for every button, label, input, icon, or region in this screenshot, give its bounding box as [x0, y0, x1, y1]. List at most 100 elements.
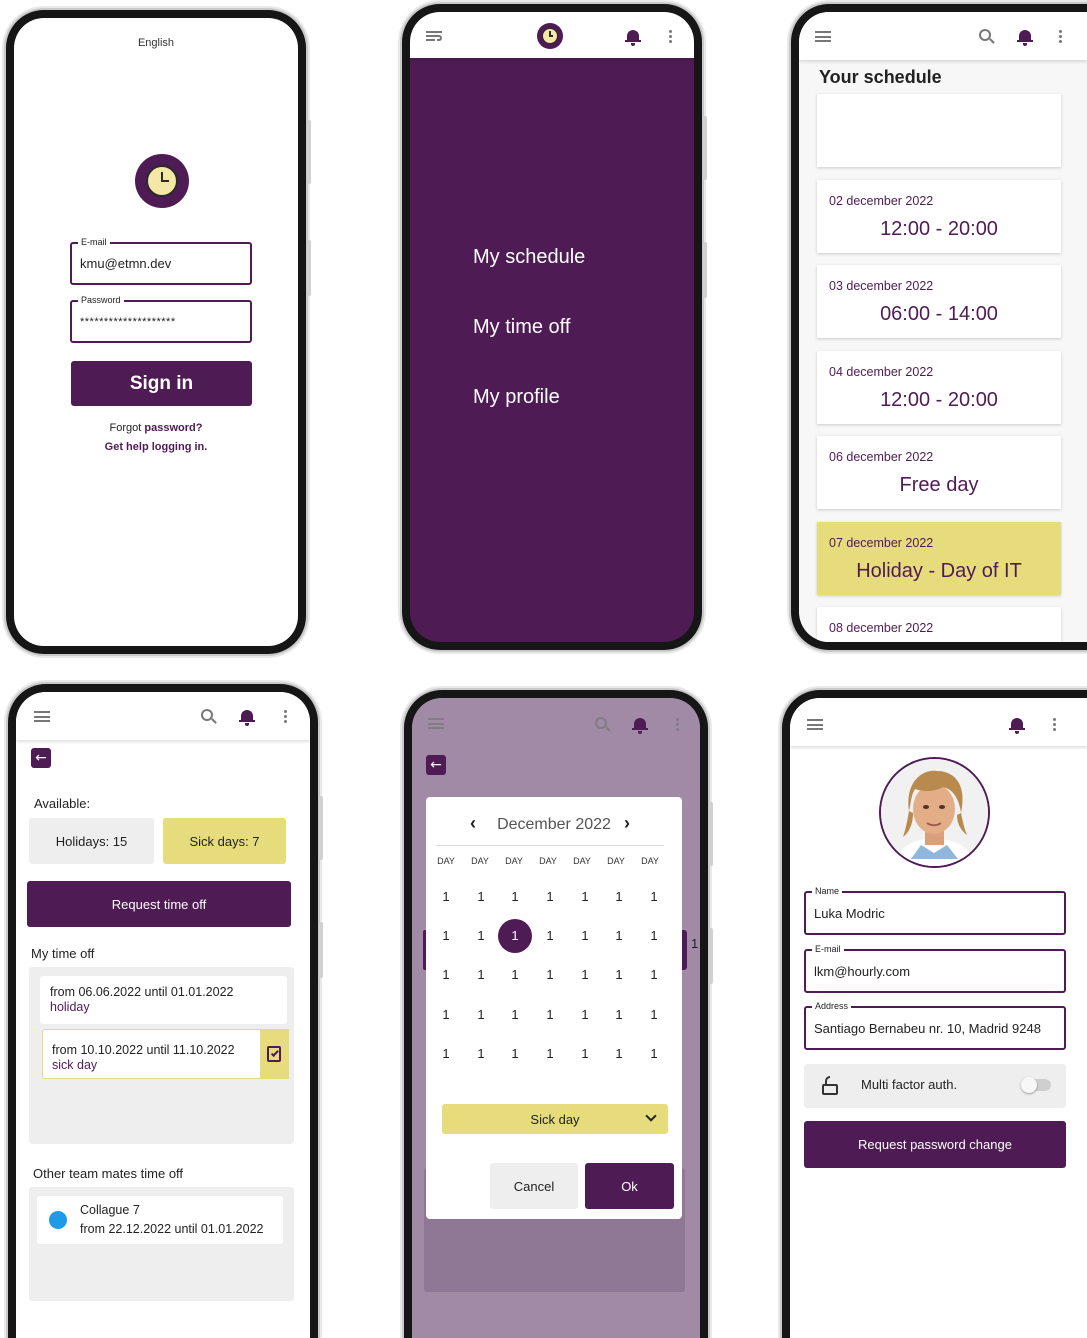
notification-bell-icon[interactable] [1009, 718, 1025, 734]
calendar-day[interactable]: 1 [500, 889, 530, 904]
calendar-day[interactable]: 1 [431, 928, 461, 943]
calendar-day[interactable]: 1 [604, 928, 634, 943]
schedule-card[interactable]: 06 december 2022 Free day [817, 436, 1061, 509]
schedule-card[interactable]: 04 december 2022 12:00 - 20:00 [817, 351, 1061, 424]
help-login-link[interactable]: Get help logging in. [14, 441, 298, 453]
calendar-day[interactable]: 1 [535, 1046, 565, 1061]
weekday-header: DAY [573, 856, 591, 866]
hamburger-menu-icon[interactable] [815, 31, 831, 42]
search-icon[interactable] [979, 29, 991, 41]
calendar-day[interactable]: 1 [431, 1007, 461, 1022]
calendar-day-selected[interactable]: 1 [500, 928, 530, 943]
back-arrow-icon[interactable]: ← [31, 748, 51, 768]
calendar-day[interactable]: 1 [639, 928, 669, 943]
calendar-day[interactable]: 1 [466, 1046, 496, 1061]
calendar-day[interactable]: 1 [466, 1007, 496, 1022]
teammate-name: Collague 7 [80, 1203, 140, 1217]
more-options-icon[interactable] [284, 715, 287, 718]
search-icon[interactable] [201, 709, 213, 721]
more-options-icon[interactable] [669, 35, 672, 38]
language-selector[interactable]: English [14, 37, 298, 49]
request-time-off-button[interactable]: Request time off [27, 881, 291, 927]
notification-bell-icon[interactable] [625, 30, 641, 46]
more-options-icon[interactable] [1059, 35, 1062, 38]
menu-item-profile[interactable]: My profile [473, 386, 560, 409]
email-field[interactable]: E-mail lkm@hourly.com [804, 944, 1066, 993]
search-icon [595, 717, 607, 729]
time-off-item[interactable]: from 06.06.2022 until 01.01.2022 holiday [40, 976, 287, 1024]
address-field[interactable]: Address Santiago Bernabeu nr. 10, Madrid… [804, 1001, 1066, 1050]
menu-item-time-off[interactable]: My time off [473, 316, 570, 339]
calendar-day[interactable]: 1 [570, 1046, 600, 1061]
calendar-day[interactable]: 1 [604, 967, 634, 982]
calendar-day[interactable]: 1 [570, 1007, 600, 1022]
calendar-day[interactable]: 1 [639, 1007, 669, 1022]
ok-label: Ok [621, 1178, 638, 1194]
team-time-off-item[interactable]: Collague 7 from 22.12.2022 until 01.01.2… [37, 1196, 283, 1244]
calendar-day[interactable]: 1 [431, 967, 461, 982]
email-value: kmu@etmn.dev [80, 256, 172, 271]
cancel-button[interactable]: Cancel [490, 1163, 578, 1209]
leave-type-select[interactable]: Sick day [442, 1104, 668, 1134]
calendar-day[interactable]: 1 [431, 1046, 461, 1061]
hamburger-menu-icon[interactable] [807, 719, 823, 730]
teammate-status-dot [49, 1211, 67, 1229]
document-edit-button[interactable] [260, 1029, 289, 1079]
calendar-day[interactable]: 1 [466, 928, 496, 943]
phone-profile: Name Luka Modric E-mail lkm@hourly.com A… [782, 690, 1087, 1338]
schedule-card[interactable]: 03 december 2022 06:00 - 14:00 [817, 265, 1061, 338]
calendar-day[interactable]: 1 [570, 928, 600, 943]
calendar-day[interactable]: 1 [500, 967, 530, 982]
calendar-day[interactable]: 1 [604, 1046, 634, 1061]
calendar-day[interactable]: 1 [570, 889, 600, 904]
teammate-range: from 22.12.2022 until 01.01.2022 [80, 1222, 264, 1236]
notification-bell-icon [632, 718, 648, 734]
schedule-card-holiday[interactable]: 07 december 2022 Holiday - Day of IT [817, 522, 1061, 595]
schedule-card-today[interactable]: Tommorow 01 december 2022 12:00 - 20:00 [817, 94, 1061, 167]
ok-button[interactable]: Ok [585, 1163, 674, 1209]
next-month-icon[interactable]: › [624, 813, 630, 834]
schedule-card[interactable]: 02 december 2022 12:00 - 20:00 [817, 180, 1061, 253]
calendar-day[interactable]: 1 [535, 1007, 565, 1022]
name-value: Luka Modric [814, 905, 885, 921]
forgot-password-link[interactable]: password? [144, 422, 202, 434]
calendar-day[interactable]: 1 [639, 1046, 669, 1061]
calendar-day[interactable]: 1 [535, 889, 565, 904]
profile-avatar[interactable] [879, 757, 990, 868]
email-field[interactable]: E-mail kmu@etmn.dev [70, 237, 252, 285]
document-check-icon [267, 1046, 281, 1062]
calendar-day[interactable]: 1 [466, 967, 496, 982]
hamburger-menu-icon[interactable] [34, 711, 50, 722]
name-field[interactable]: Name Luka Modric [804, 886, 1066, 935]
menu-item-schedule[interactable]: My schedule [473, 246, 585, 269]
more-options-icon [676, 723, 679, 726]
calendar-day[interactable]: 1 [639, 889, 669, 904]
password-field[interactable]: Password ******************** [70, 295, 252, 343]
calendar-day[interactable]: 1 [604, 1007, 634, 1022]
calendar-day[interactable]: 1 [639, 967, 669, 982]
mfa-toggle[interactable] [1021, 1077, 1051, 1093]
leave-type-value: Sick day [530, 1112, 580, 1127]
calendar-day[interactable]: 1 [535, 967, 565, 982]
calendar-day[interactable]: 1 [500, 1007, 530, 1022]
forgot-prefix: Forgot [109, 422, 145, 434]
menu-collapse-icon[interactable] [426, 31, 442, 42]
notification-bell-icon[interactable] [239, 710, 255, 726]
profile-topbar [790, 698, 1087, 746]
calendar-day[interactable]: 1 [466, 889, 496, 904]
schedule-card[interactable]: 08 december 2022 [817, 607, 1061, 642]
mfa-row: Multi factor auth. [804, 1064, 1066, 1108]
more-options-icon[interactable] [1053, 723, 1056, 726]
back-arrow-icon: ← [426, 755, 446, 775]
calendar-day[interactable]: 1 [535, 928, 565, 943]
request-password-change-button[interactable]: Request password change [804, 1121, 1066, 1168]
calendar-day[interactable]: 1 [431, 889, 461, 904]
time-off-item-selected[interactable]: from 10.10.2022 until 11.10.2022 sick da… [42, 1029, 289, 1079]
sign-in-button[interactable]: Sign in [71, 361, 252, 406]
notification-bell-icon[interactable] [1017, 30, 1033, 46]
calendar-day[interactable]: 1 [500, 1046, 530, 1061]
time-off-type: sick day [52, 1058, 98, 1072]
app-logo [135, 154, 189, 208]
calendar-day[interactable]: 1 [570, 967, 600, 982]
calendar-day[interactable]: 1 [604, 889, 634, 904]
